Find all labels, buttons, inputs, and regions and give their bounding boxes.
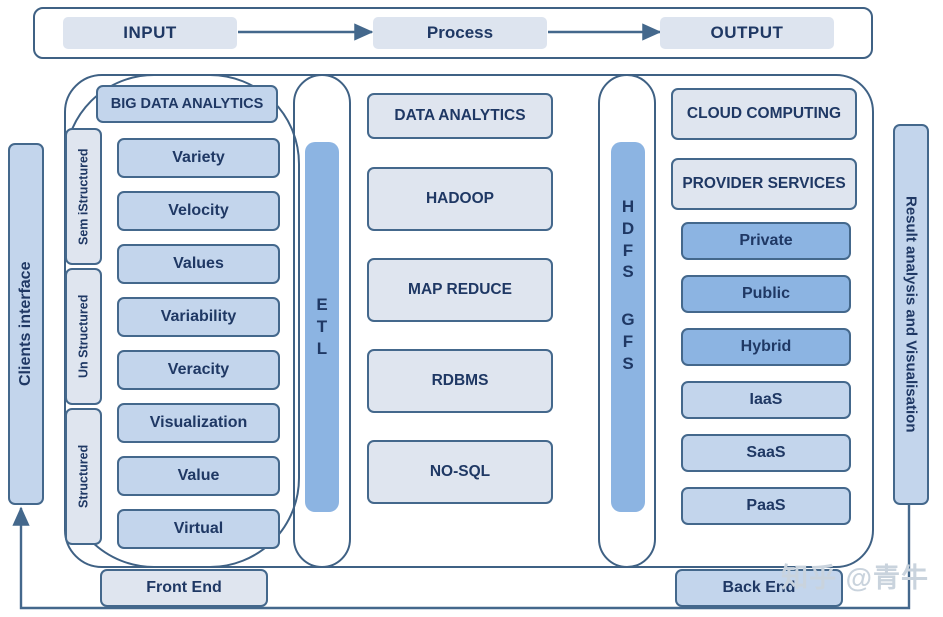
cloud-model-label: Private	[739, 231, 793, 249]
big-data-item-values[interactable]: Values	[117, 244, 280, 284]
data-analytics-item-hadoop[interactable]: HADOOP	[367, 167, 553, 231]
category-structured[interactable]: Structured	[65, 408, 102, 545]
big-data-item-label: Velocity	[168, 201, 229, 219]
cloud-service-label: PaaS	[746, 496, 786, 514]
cloud-service-iaas[interactable]: IaaS	[681, 381, 851, 419]
data-analytics-item-label: MAP REDUCE	[408, 281, 512, 299]
big-data-item-variety[interactable]: Variety	[117, 138, 280, 178]
flow-step-input-label: INPUT	[123, 23, 177, 43]
category-un-structured-label: Un Structured	[76, 294, 91, 379]
clients-interface-label: Clients interface	[16, 261, 34, 387]
big-data-item-virtual[interactable]: Virtual	[117, 509, 280, 549]
flow-step-input[interactable]: INPUT	[63, 17, 237, 49]
flow-step-output[interactable]: OUTPUT	[660, 17, 834, 49]
result-analysis-label: Result analysis and Visualisation	[902, 196, 920, 433]
storage-letter-d: D	[621, 218, 635, 238]
data-analytics-header[interactable]: DATA ANALYTICS	[367, 93, 553, 139]
result-analysis-rail[interactable]: Result analysis and Visualisation	[893, 124, 929, 505]
etl-letter-t: T	[316, 317, 328, 337]
cloud-model-public[interactable]: Public	[681, 275, 851, 313]
storage-letter-s: S	[622, 262, 634, 282]
cloud-service-label: SaaS	[746, 443, 786, 461]
storage-letter-h: H	[621, 197, 635, 216]
provider-services-header[interactable]: PROVIDER SERVICES	[671, 158, 857, 210]
data-analytics-item-label: HADOOP	[425, 190, 495, 208]
big-data-analytics-header-label: BIG DATA ANALYTICS	[110, 95, 264, 112]
cloud-computing-header[interactable]: CLOUD COMPUTING	[671, 88, 857, 140]
storage-letter-s2: S	[622, 353, 634, 373]
big-data-item-label: Values	[173, 254, 224, 272]
cloud-model-label: Public	[741, 284, 790, 302]
big-data-item-label: Virtual	[173, 519, 224, 537]
big-data-item-veracity[interactable]: Veracity	[117, 350, 280, 390]
big-data-item-value[interactable]: Value	[117, 456, 280, 496]
clients-interface-rail[interactable]: Clients interface	[8, 143, 44, 505]
flow-step-output-label: OUTPUT	[710, 23, 784, 43]
back-end-box[interactable]: Back End	[675, 569, 843, 607]
big-data-item-label: Value	[177, 466, 220, 484]
big-data-item-label: Variability	[160, 307, 237, 325]
big-data-item-velocity[interactable]: Velocity	[117, 191, 280, 231]
cloud-model-label: Hybrid	[740, 337, 792, 355]
storage-bar[interactable]: H D F S G F S	[611, 142, 645, 512]
front-end-box[interactable]: Front End	[100, 569, 268, 607]
cloud-service-saas[interactable]: SaaS	[681, 434, 851, 472]
data-analytics-item-label: NO-SQL	[429, 463, 491, 481]
front-end-label: Front End	[146, 578, 222, 596]
storage-letter-f: F	[622, 240, 634, 260]
big-data-item-label: Variety	[172, 148, 225, 166]
cloud-computing-header-label: CLOUD COMPUTING	[686, 105, 842, 123]
storage-letter-f2: F	[622, 331, 634, 351]
storage-letter-g: G	[621, 310, 635, 329]
category-un-structured[interactable]: Un Structured	[65, 268, 102, 405]
cloud-model-private[interactable]: Private	[681, 222, 851, 260]
provider-services-header-label: PROVIDER SERVICES	[682, 175, 846, 193]
cloud-service-label: IaaS	[749, 390, 783, 408]
data-analytics-item-label: RDBMS	[431, 372, 489, 390]
big-data-item-variability[interactable]: Variability	[117, 297, 280, 337]
etl-letter-e: E	[316, 295, 328, 315]
category-structured-label: Structured	[76, 444, 91, 509]
category-semi-structured[interactable]: Sem iStructured	[65, 128, 102, 265]
data-analytics-item-no-sql[interactable]: NO-SQL	[367, 440, 553, 504]
big-data-analytics-header[interactable]: BIG DATA ANALYTICS	[96, 85, 278, 123]
etl-letter-l: L	[316, 338, 328, 358]
data-analytics-header-label: DATA ANALYTICS	[394, 107, 526, 125]
flow-step-process-label: Process	[426, 23, 494, 43]
big-data-item-label: Visualization	[149, 413, 248, 431]
data-analytics-item-rdbms[interactable]: RDBMS	[367, 349, 553, 413]
category-semi-structured-label: Sem iStructured	[76, 148, 91, 245]
flow-step-process[interactable]: Process	[373, 17, 547, 49]
etl-bar[interactable]: E T L	[305, 142, 339, 512]
cloud-model-hybrid[interactable]: Hybrid	[681, 328, 851, 366]
cloud-service-paas[interactable]: PaaS	[681, 487, 851, 525]
back-end-label: Back End	[722, 578, 796, 596]
big-data-item-label: Veracity	[167, 360, 230, 378]
data-analytics-item-map-reduce[interactable]: MAP REDUCE	[367, 258, 553, 322]
big-data-item-visualization[interactable]: Visualization	[117, 403, 280, 443]
